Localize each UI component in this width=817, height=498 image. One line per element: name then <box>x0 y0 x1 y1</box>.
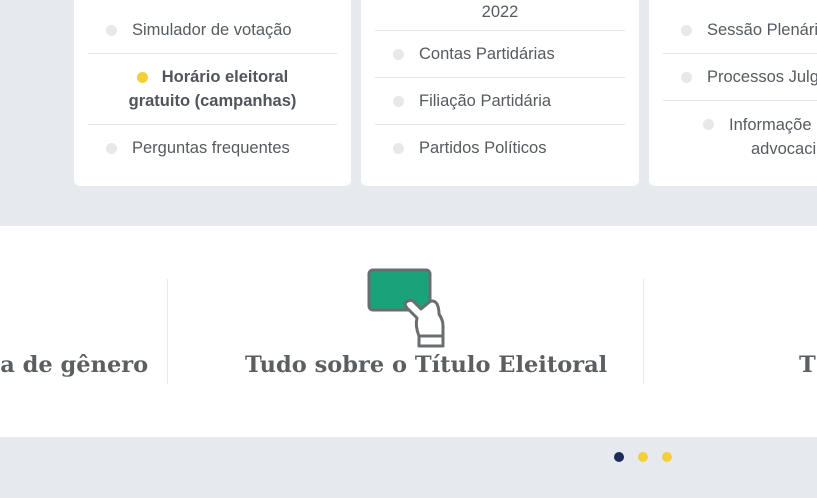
carousel: ica de gênero Tudo sobre o Título Eleito… <box>0 226 817 437</box>
menu-item-label: Contas Partidárias <box>419 44 555 63</box>
pagination-dot-1[interactable] <box>614 452 624 462</box>
slide-title-prev[interactable]: ica de gênero <box>0 352 148 378</box>
menu-item-label: Sessão Plenária <box>707 20 817 39</box>
divider <box>167 279 168 384</box>
pagination-dot-2[interactable] <box>638 452 648 462</box>
menu-card-partidos: 2022 Contas Partidárias Filiação Partidá… <box>361 0 639 186</box>
carousel-pagination <box>614 452 686 462</box>
menu-item-processos[interactable]: Processos Julga <box>663 54 817 101</box>
menu-item-partidos-politicos[interactable]: Partidos Políticos <box>375 125 625 171</box>
menu-item-filiacao-partidaria[interactable]: Filiação Partidária <box>375 78 625 125</box>
menu-item-label-line2: advocaci <box>751 140 817 158</box>
voter-id-card-icon <box>367 268 445 348</box>
menu-item-horario-eleitoral[interactable]: Horário eleitoral gratuito (campanhas) <box>88 54 337 125</box>
bullet-icon <box>393 48 404 60</box>
bullet-icon <box>393 95 404 107</box>
bullet-icon <box>681 71 692 83</box>
menu-item-simulador[interactable]: Simulador de votação <box>88 7 337 54</box>
menu-item-label: Simulador de votação <box>132 20 292 39</box>
menu-item-2022[interactable]: 2022 <box>375 0 625 31</box>
menu-item-sessao-plenaria[interactable]: Sessão Plenária <box>663 7 817 54</box>
menu-item-contas-partidarias[interactable]: Contas Partidárias <box>375 31 625 78</box>
menu-item-perguntas[interactable]: Perguntas frequentes <box>88 125 337 171</box>
menu-card-eleitor: Simulador de votação Horário eleitoral g… <box>74 0 351 186</box>
bullet-icon <box>106 142 117 154</box>
menu-item-label: Perguntas frequentes <box>132 138 290 157</box>
bullet-icon <box>393 142 404 154</box>
menu-item-label-line2: gratuito (campanhas) <box>128 92 297 110</box>
menu-item-label: Partidos Políticos <box>419 138 547 157</box>
menu-item-label: Filiação Partidária <box>419 91 552 110</box>
menu-item-label-line1: Horário eleitoral <box>161 68 289 86</box>
menu-item-label: 2022 <box>481 2 519 21</box>
bullet-icon <box>106 24 117 36</box>
bullet-icon <box>703 119 714 130</box>
pagination-dot-3[interactable] <box>662 452 672 462</box>
menu-item-label: Processos Julga <box>707 67 817 86</box>
active-bullet-icon <box>136 71 148 83</box>
menu-item-informacoes[interactable]: Informaçõe advocaci <box>663 101 817 171</box>
slide-title-titulo-eleitoral[interactable]: Tudo sobre o Título Eleitoral <box>245 352 607 378</box>
menu-card-jurisprudencia: Sessão Plenária Processos Julga Informaç… <box>649 0 817 186</box>
slide-title-next[interactable]: T <box>799 352 816 378</box>
menu-item-label-line1: Informaçõe <box>729 116 812 134</box>
divider <box>643 279 644 384</box>
menu-cards-area: Simulador de votação Horário eleitoral g… <box>0 0 817 226</box>
bullet-icon <box>681 24 692 36</box>
